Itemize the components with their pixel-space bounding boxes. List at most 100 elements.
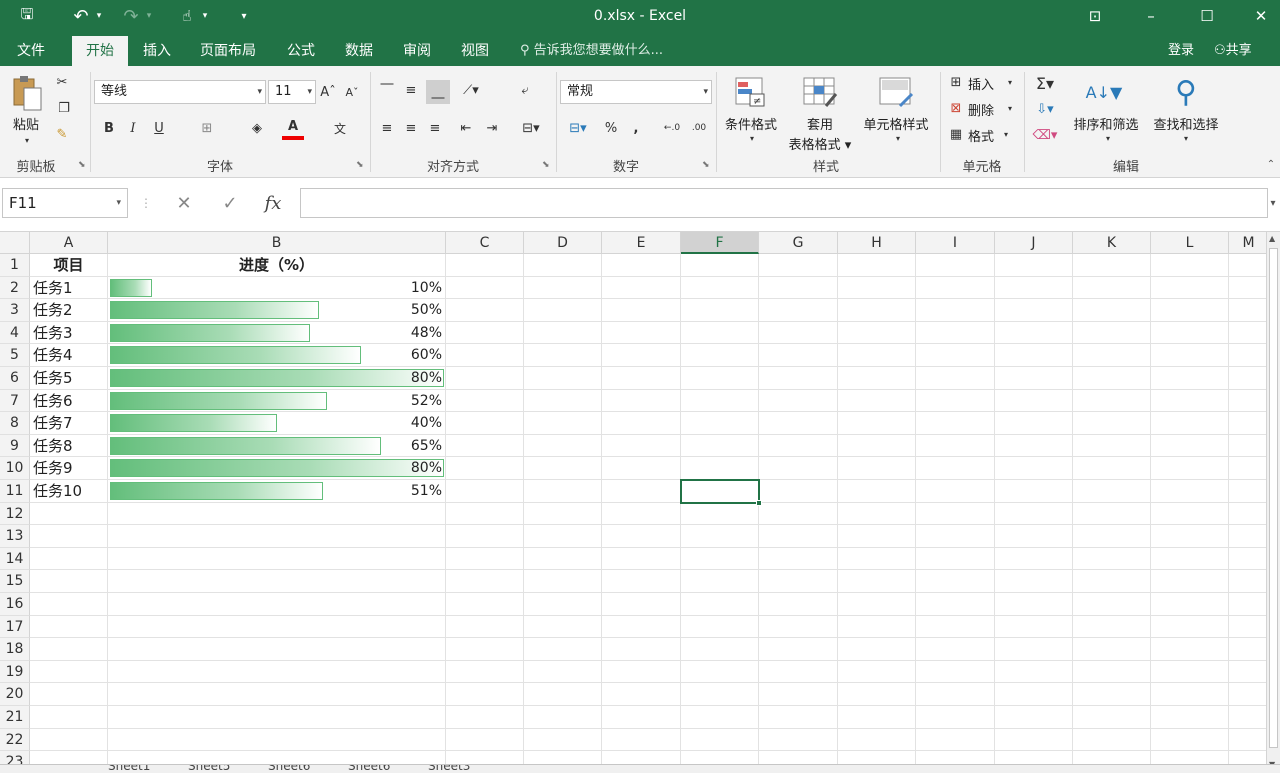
cell[interactable] xyxy=(108,570,446,593)
cell[interactable] xyxy=(1073,570,1151,593)
redo-dropdown-icon[interactable]: ▾ xyxy=(142,0,156,32)
cell[interactable] xyxy=(995,367,1073,390)
active-cell-border[interactable] xyxy=(680,479,760,504)
cancel-icon[interactable]: ✕ xyxy=(170,188,198,218)
cell[interactable] xyxy=(681,367,759,390)
cell[interactable] xyxy=(446,389,524,413)
task-name-cell[interactable]: 任务2 xyxy=(30,299,108,322)
cell[interactable] xyxy=(759,299,838,322)
row-header-14[interactable]: 14 xyxy=(0,547,30,571)
cell[interactable] xyxy=(30,570,108,593)
expand-formula-bar-icon[interactable]: ▾ xyxy=(1266,188,1280,218)
fill-handle[interactable] xyxy=(756,499,762,506)
cell[interactable] xyxy=(1151,457,1229,480)
shrink-font-icon[interactable]: Aˇ xyxy=(344,82,360,102)
cell[interactable] xyxy=(30,547,108,571)
cell[interactable] xyxy=(916,367,995,390)
align-right-icon[interactable]: ≡ xyxy=(426,118,444,138)
cell[interactable] xyxy=(524,276,602,300)
row-header-12[interactable]: 12 xyxy=(0,502,30,526)
cell[interactable] xyxy=(30,728,108,752)
fill-color-icon[interactable]: ◈ xyxy=(246,118,268,138)
cell[interactable] xyxy=(1229,367,1266,390)
cell[interactable] xyxy=(1073,299,1151,322)
close-button[interactable]: ✕ xyxy=(1238,0,1280,32)
cell[interactable] xyxy=(681,615,759,639)
column-header-i[interactable]: I xyxy=(916,232,995,254)
minimize-button[interactable]: – xyxy=(1128,0,1174,32)
percent-style-button[interactable]: % xyxy=(602,118,620,138)
tab-home[interactable]: 开始 xyxy=(72,36,128,66)
cell[interactable] xyxy=(602,457,681,480)
cell[interactable] xyxy=(759,638,838,661)
row-header-4[interactable]: 4 xyxy=(0,321,30,345)
cell[interactable] xyxy=(759,615,838,639)
increase-indent-icon[interactable]: ⇥ xyxy=(482,118,502,138)
comma-style-button[interactable]: , xyxy=(628,118,644,138)
sheet-tab[interactable]: Sheet6 xyxy=(348,765,390,773)
row-header-18[interactable]: 18 xyxy=(0,638,30,661)
cell[interactable] xyxy=(838,570,916,593)
cell[interactable] xyxy=(681,638,759,661)
row-header-22[interactable]: 22 xyxy=(0,728,30,752)
cell[interactable] xyxy=(759,683,838,706)
cell[interactable] xyxy=(759,457,838,480)
cell[interactable] xyxy=(838,480,916,503)
cell[interactable] xyxy=(602,570,681,593)
sheet-tab[interactable]: Sheet1 xyxy=(108,765,150,773)
tab-data[interactable]: 数据 xyxy=(334,36,384,66)
cell[interactable] xyxy=(838,593,916,616)
cell[interactable] xyxy=(1073,344,1151,367)
cell[interactable] xyxy=(995,457,1073,480)
cell[interactable] xyxy=(30,660,108,684)
paste-label[interactable]: 粘贴 xyxy=(6,114,46,133)
alignment-launcher-icon[interactable]: ⬊ xyxy=(542,160,550,170)
cell[interactable] xyxy=(1073,367,1151,390)
format-as-table-label-2[interactable]: 表格格式 ▾ xyxy=(784,134,856,153)
cell[interactable] xyxy=(916,389,995,413)
save-icon[interactable]: 🖫 xyxy=(14,0,40,32)
decrease-indent-icon[interactable]: ⇤ xyxy=(456,118,476,138)
column-header-h[interactable]: H xyxy=(838,232,916,254)
cell[interactable] xyxy=(30,683,108,706)
name-box[interactable]: F11 ▾ xyxy=(2,188,128,218)
cell[interactable] xyxy=(916,321,995,345)
cell[interactable] xyxy=(681,457,759,480)
cell[interactable] xyxy=(838,706,916,729)
scrollbar-thumb[interactable] xyxy=(1269,248,1278,748)
cell[interactable] xyxy=(681,434,759,458)
cell[interactable] xyxy=(759,728,838,752)
cell[interactable] xyxy=(916,434,995,458)
cell[interactable] xyxy=(108,547,446,571)
cell[interactable] xyxy=(1073,389,1151,413)
cell[interactable] xyxy=(1229,457,1266,480)
cell[interactable] xyxy=(446,480,524,503)
cell[interactable] xyxy=(524,570,602,593)
cell[interactable] xyxy=(602,706,681,729)
row-header-5[interactable]: 5 xyxy=(0,344,30,367)
chevron-down-icon[interactable]: ▾ xyxy=(1000,126,1012,142)
format-painter-icon[interactable]: ✎ xyxy=(52,124,72,144)
format-as-table-icon[interactable] xyxy=(800,74,840,112)
task-name-cell[interactable]: 任务5 xyxy=(30,367,108,390)
progress-cell[interactable]: 80% xyxy=(108,367,446,390)
column-header-m[interactable]: M xyxy=(1229,232,1266,254)
find-select-icon[interactable]: ⚲ xyxy=(1166,72,1206,112)
cell[interactable] xyxy=(1151,683,1229,706)
cell[interactable] xyxy=(602,615,681,639)
progress-cell[interactable]: 52% xyxy=(108,389,446,413)
cell[interactable] xyxy=(916,480,995,503)
cell[interactable] xyxy=(602,254,681,277)
cell[interactable] xyxy=(995,706,1073,729)
increase-decimal-icon[interactable]: ←.0 xyxy=(660,118,684,138)
cell[interactable] xyxy=(602,660,681,684)
cell[interactable] xyxy=(916,615,995,639)
cell[interactable] xyxy=(838,367,916,390)
cell[interactable] xyxy=(602,389,681,413)
cell[interactable] xyxy=(1229,570,1266,593)
insert-function-icon[interactable]: fx xyxy=(258,188,288,218)
cell[interactable] xyxy=(838,276,916,300)
row-header-19[interactable]: 19 xyxy=(0,660,30,684)
customize-qat-icon[interactable]: ▾ xyxy=(236,0,252,32)
cell[interactable] xyxy=(1229,254,1266,277)
